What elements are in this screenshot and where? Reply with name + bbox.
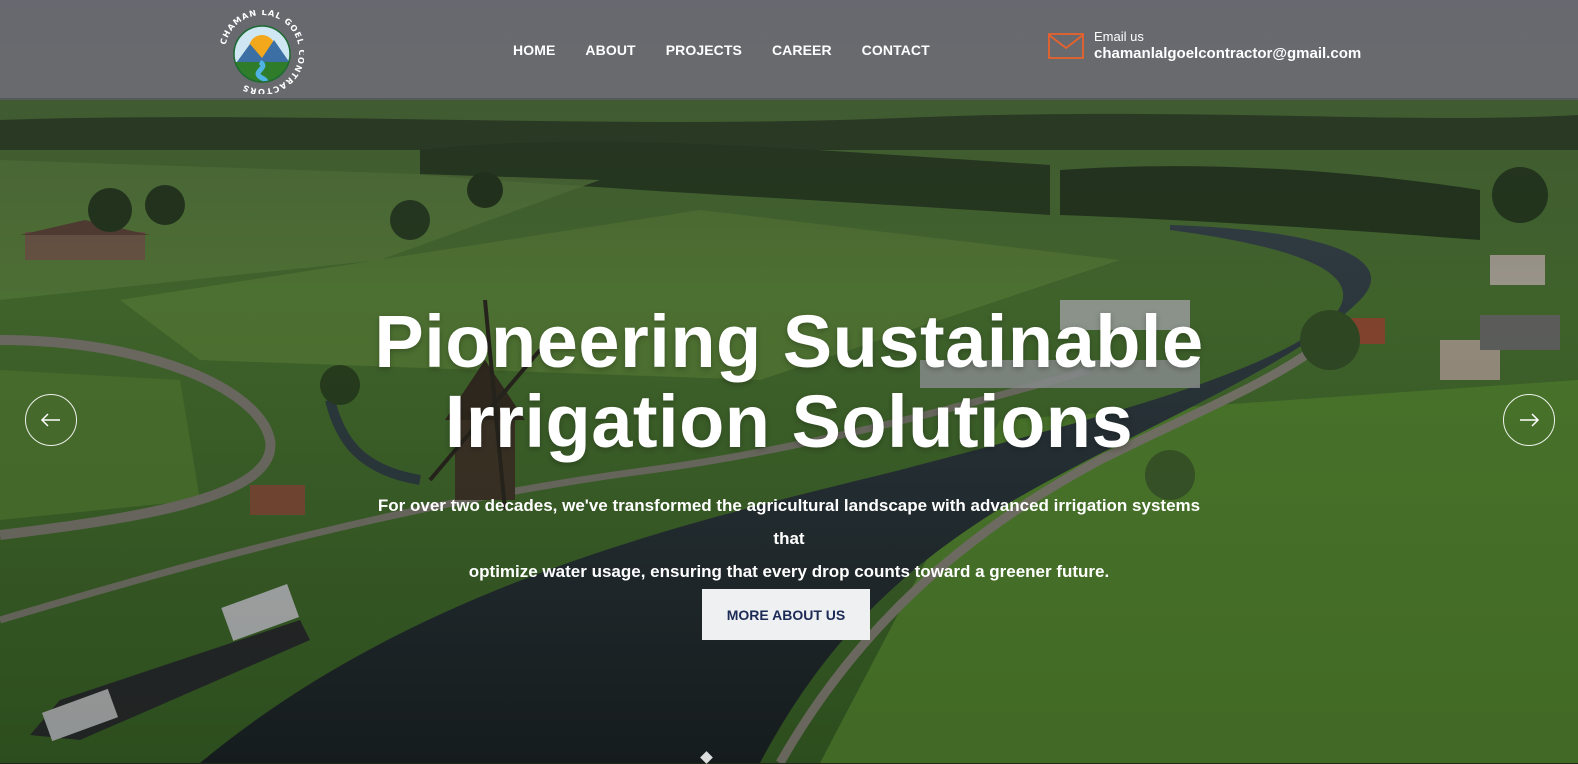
hero-title-line-2: Irrigation Solutions [444, 380, 1134, 463]
site-header: CHAMAN LAL GOEL CONTRACTORS HOME ABOUT P… [0, 0, 1578, 98]
hero-title: Pioneering Sustainable Irrigation Soluti… [0, 302, 1578, 462]
email-address-link[interactable]: chamanlalgoelcontractor@gmail.com [1094, 45, 1361, 62]
nav-contact[interactable]: CONTACT [862, 42, 930, 58]
nav-about[interactable]: ABOUT [585, 42, 635, 58]
email-label: Email us [1094, 29, 1144, 44]
slider-next-button[interactable] [1503, 394, 1555, 446]
nav-career[interactable]: CAREER [772, 42, 832, 58]
arrow-right-icon [1520, 413, 1540, 427]
nav-home[interactable]: HOME [513, 42, 555, 58]
nav-projects[interactable]: PROJECTS [666, 42, 742, 58]
company-logo[interactable]: CHAMAN LAL GOEL CONTRACTORS [218, 7, 306, 97]
slider-prev-button[interactable] [25, 394, 77, 446]
envelope-icon [1048, 33, 1084, 59]
header-email-contact[interactable]: Email us chamanlalgoelcontractor@gmail.c… [1048, 29, 1361, 62]
hero-description-line-1: For over two decades, we've transformed … [377, 496, 1201, 548]
arrow-left-icon [40, 413, 60, 427]
hero-description-line-2: optimize water usage, ensuring that ever… [468, 562, 1110, 581]
logo-sun-mountains-river-icon: CHAMAN LAL GOEL CONTRACTORS [218, 7, 306, 97]
more-about-us-button[interactable]: MORE ABOUT US [702, 589, 870, 640]
hero-title-line-1: Pioneering Sustainable [374, 300, 1204, 383]
hero-description: For over two decades, we've transformed … [360, 489, 1218, 588]
